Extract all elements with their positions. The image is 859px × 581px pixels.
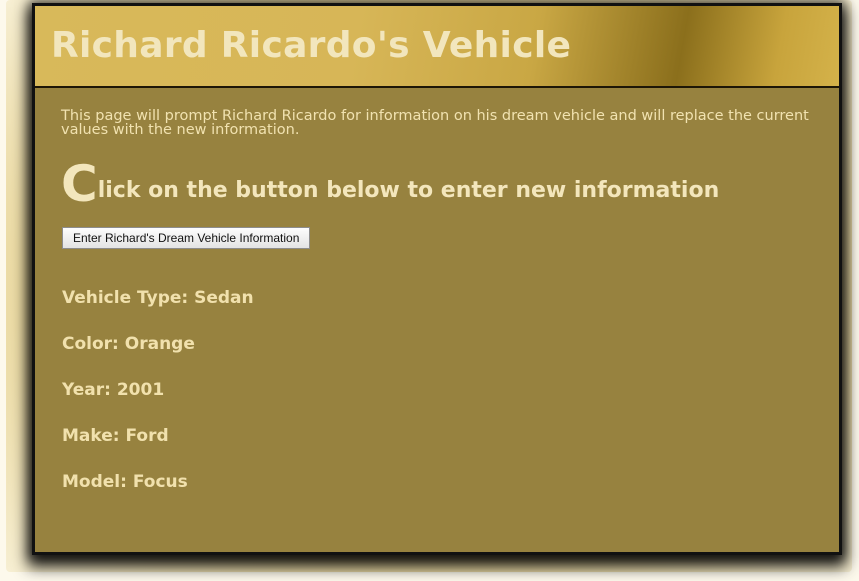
enter-vehicle-info-button[interactable]: Enter Richard's Dream Vehicle Informatio… (62, 227, 311, 249)
vehicle-year: Year: 2001 (62, 380, 165, 400)
heading-text: lick on the button below to enter new in… (97, 178, 720, 203)
heading-drop-cap: C (61, 155, 98, 213)
vehicle-make: Make: Ford (62, 426, 169, 446)
instruction-heading: Click on the button below to enter new i… (61, 159, 720, 209)
page-title: Richard Ricardo's Vehicle (51, 25, 572, 66)
vehicle-model: Model: Focus (62, 472, 188, 492)
vehicle-color: Color: Orange (62, 334, 195, 354)
vehicle-type: Vehicle Type: Sedan (62, 288, 254, 308)
content-frame: Richard Ricardo's Vehicle This page will… (32, 3, 842, 555)
header-banner: Richard Ricardo's Vehicle (35, 6, 839, 88)
intro-text: This page will prompt Richard Ricardo fo… (61, 108, 809, 138)
